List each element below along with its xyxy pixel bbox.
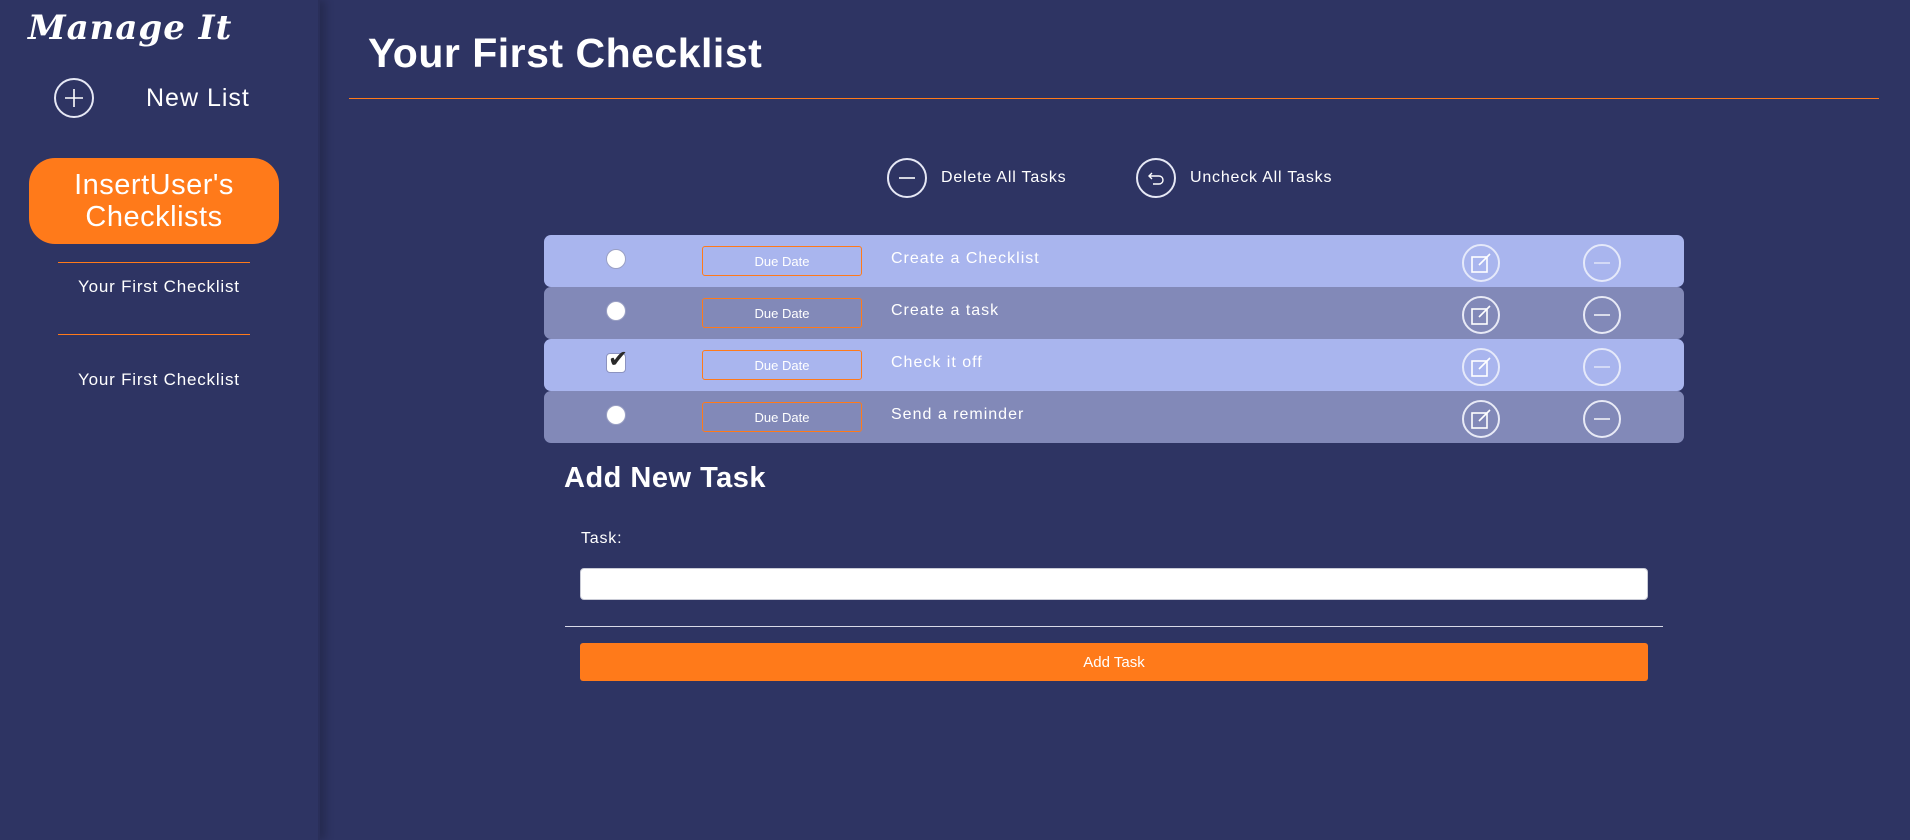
task-field-label: Task: <box>581 530 623 547</box>
add-task-heading: Add New Task <box>564 462 767 494</box>
new-list-label[interactable]: New List <box>146 84 250 113</box>
task-text: Send a reminder <box>891 406 1025 423</box>
task-row: Due Date Check it off <box>544 339 1684 391</box>
delete-all-tasks-label[interactable]: Delete All Tasks <box>941 169 1066 187</box>
task-text: Create a Checklist <box>891 250 1040 267</box>
page-title: Your First Checklist <box>368 30 763 76</box>
remove-task-icon[interactable] <box>1583 296 1621 334</box>
edit-icon[interactable] <box>1462 400 1500 438</box>
new-list-button[interactable]: New List <box>54 76 250 120</box>
remove-task-icon[interactable] <box>1583 244 1621 282</box>
task-checkbox[interactable] <box>606 405 626 425</box>
task-row: Due Date Create a task <box>544 287 1684 339</box>
task-checkbox-checked[interactable] <box>606 345 628 374</box>
task-input[interactable] <box>580 568 1648 600</box>
task-text: Check it off <box>891 354 983 371</box>
task-checkbox[interactable] <box>606 301 626 321</box>
form-divider <box>565 626 1663 627</box>
task-list: Due Date Create a Checklist Due Date Cre… <box>544 235 1684 443</box>
sidebar-item-checklist[interactable]: Your First Checklist <box>78 275 248 299</box>
due-date-button[interactable]: Due Date <box>702 350 862 380</box>
sidebar-divider <box>58 262 250 263</box>
delete-all-tasks-button[interactable]: Delete All Tasks <box>887 158 1066 198</box>
task-text: Create a task <box>891 302 1000 319</box>
edit-icon[interactable] <box>1462 244 1500 282</box>
uncheck-all-tasks-button[interactable]: Uncheck All Tasks <box>1136 158 1332 198</box>
due-date-button[interactable]: Due Date <box>702 402 862 432</box>
minus-icon[interactable] <box>887 158 927 198</box>
sidebar-divider <box>58 334 250 335</box>
title-divider <box>349 98 1879 99</box>
due-date-button[interactable]: Due Date <box>702 298 862 328</box>
app: Manage It New List InsertUser's Checklis… <box>0 0 1910 840</box>
undo-icon[interactable] <box>1136 158 1176 198</box>
user-checklists-header: InsertUser's Checklists <box>29 158 279 244</box>
due-date-button[interactable]: Due Date <box>702 246 862 276</box>
main-content: Your First Checklist Delete All Tasks Un… <box>322 0 1910 840</box>
plus-icon[interactable] <box>54 78 94 118</box>
edit-icon[interactable] <box>1462 348 1500 386</box>
remove-task-icon[interactable] <box>1583 348 1621 386</box>
remove-task-icon[interactable] <box>1583 400 1621 438</box>
edit-icon[interactable] <box>1462 296 1500 334</box>
uncheck-all-tasks-label[interactable]: Uncheck All Tasks <box>1190 169 1332 187</box>
task-row: Due Date Create a Checklist <box>544 235 1684 287</box>
task-row: Due Date Send a reminder <box>544 391 1684 443</box>
task-checkbox[interactable] <box>606 249 626 269</box>
sidebar: Manage It New List InsertUser's Checklis… <box>0 0 320 840</box>
add-task-button[interactable]: Add Task <box>580 643 1648 681</box>
sidebar-item-checklist[interactable]: Your First Checklist <box>78 368 248 392</box>
brand-logo: Manage It <box>28 8 233 48</box>
